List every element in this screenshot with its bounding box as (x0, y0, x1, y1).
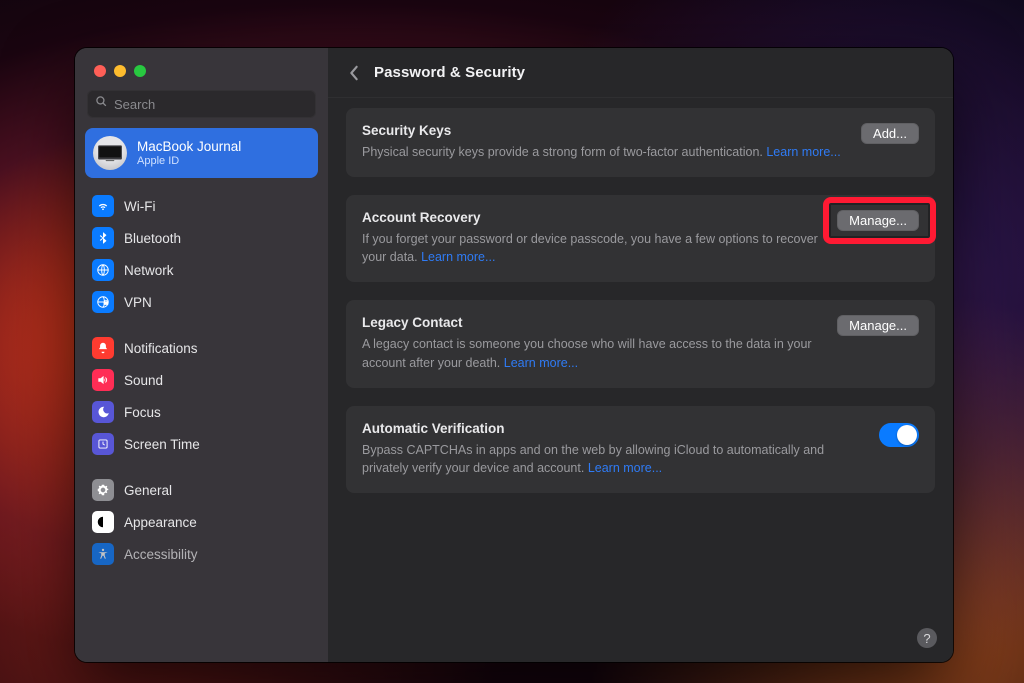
sidebar-item-notifications[interactable]: Notifications (85, 332, 318, 364)
close-window-button[interactable] (94, 65, 106, 77)
sidebar-item-label: Accessibility (124, 547, 198, 562)
card-legacy-contact: Legacy Contact A legacy contact is someo… (346, 300, 935, 387)
sidebar-item-general[interactable]: General (85, 474, 318, 506)
sidebar-item-accessibility[interactable]: Accessibility (85, 538, 318, 570)
wifi-icon (92, 195, 114, 217)
automatic-verification-toggle[interactable] (879, 423, 919, 447)
learn-more-link[interactable]: Learn more... (588, 461, 662, 475)
page-title: Password & Security (374, 64, 525, 81)
sidebar-item-label: Appearance (124, 515, 197, 530)
sidebar-item-label: General (124, 483, 172, 498)
focus-icon (92, 401, 114, 423)
manage-account-recovery-button[interactable]: Manage... (837, 210, 919, 231)
notifications-icon (92, 337, 114, 359)
learn-more-link[interactable]: Learn more... (766, 145, 840, 159)
sidebar-item-sound[interactable]: Sound (85, 364, 318, 396)
back-button[interactable] (348, 65, 360, 81)
search-field[interactable] (87, 90, 316, 118)
fullscreen-window-button[interactable] (134, 65, 146, 77)
card-title: Automatic Verification (362, 421, 865, 436)
gear-icon (92, 479, 114, 501)
settings-window: MacBook Journal Apple ID Wi-Fi Bluetooth… (75, 48, 953, 662)
card-security-keys: Security Keys Physical security keys pro… (346, 108, 935, 177)
card-description: Bypass CAPTCHAs in apps and on the web b… (362, 441, 865, 477)
screen-time-icon (92, 433, 114, 455)
sidebar-item-focus[interactable]: Focus (85, 396, 318, 428)
sidebar-item-label: VPN (124, 295, 152, 310)
add-security-key-button[interactable]: Add... (861, 123, 919, 144)
search-input[interactable] (114, 97, 308, 112)
titlebar: Password & Security (328, 48, 953, 98)
sidebar: MacBook Journal Apple ID Wi-Fi Bluetooth… (75, 48, 328, 662)
card-automatic-verification: Automatic Verification Bypass CAPTCHAs i… (346, 406, 935, 493)
account-name: MacBook Journal (137, 139, 241, 155)
sidebar-item-label: Network (124, 263, 174, 278)
appearance-icon (92, 511, 114, 533)
sidebar-item-label: Bluetooth (124, 231, 181, 246)
card-account-recovery: Account Recovery If you forget your pass… (346, 195, 935, 282)
bluetooth-icon (92, 227, 114, 249)
sidebar-item-bluetooth[interactable]: Bluetooth (85, 222, 318, 254)
sidebar-group-general: General Appearance Accessibility (85, 474, 318, 570)
sidebar-list: MacBook Journal Apple ID Wi-Fi Bluetooth… (75, 128, 328, 584)
learn-more-link[interactable]: Learn more... (504, 356, 578, 370)
accessibility-icon (92, 543, 114, 565)
card-title: Security Keys (362, 123, 847, 138)
help-button[interactable]: ? (917, 628, 937, 648)
sidebar-item-label: Sound (124, 373, 163, 388)
sidebar-item-appearance[interactable]: Appearance (85, 506, 318, 538)
content-pane: Password & Security Security Keys Physic… (328, 48, 953, 662)
sidebar-item-wifi[interactable]: Wi-Fi (85, 190, 318, 222)
avatar (93, 136, 127, 170)
minimize-window-button[interactable] (114, 65, 126, 77)
sidebar-item-label: Notifications (124, 341, 198, 356)
account-subtitle: Apple ID (137, 155, 241, 167)
sidebar-group-focus: Notifications Sound Focus Screen Time (85, 332, 318, 460)
sidebar-item-label: Wi-Fi (124, 199, 155, 214)
network-icon (92, 259, 114, 281)
sidebar-item-label: Screen Time (124, 437, 200, 452)
vpn-icon (92, 291, 114, 313)
account-text: MacBook Journal Apple ID (137, 139, 241, 167)
sidebar-item-vpn[interactable]: VPN (85, 286, 318, 318)
window-controls (75, 48, 328, 77)
card-description: A legacy contact is someone you choose w… (362, 335, 823, 371)
manage-legacy-contact-button[interactable]: Manage... (837, 315, 919, 336)
learn-more-link[interactable]: Learn more... (421, 250, 495, 264)
card-description: Physical security keys provide a strong … (362, 143, 847, 161)
scroll-area[interactable]: Security Keys Physical security keys pro… (328, 98, 953, 662)
card-description: If you forget your password or device pa… (362, 230, 823, 266)
sidebar-item-network[interactable]: Network (85, 254, 318, 286)
sidebar-group-network: Wi-Fi Bluetooth Network VPN (85, 190, 318, 318)
sidebar-item-screen-time[interactable]: Screen Time (85, 428, 318, 460)
sidebar-item-label: Focus (124, 405, 161, 420)
search-container (75, 77, 328, 128)
card-title: Account Recovery (362, 210, 823, 225)
card-title: Legacy Contact (362, 315, 823, 330)
sidebar-item-apple-id[interactable]: MacBook Journal Apple ID (85, 128, 318, 178)
sound-icon (92, 369, 114, 391)
search-icon (95, 95, 108, 113)
